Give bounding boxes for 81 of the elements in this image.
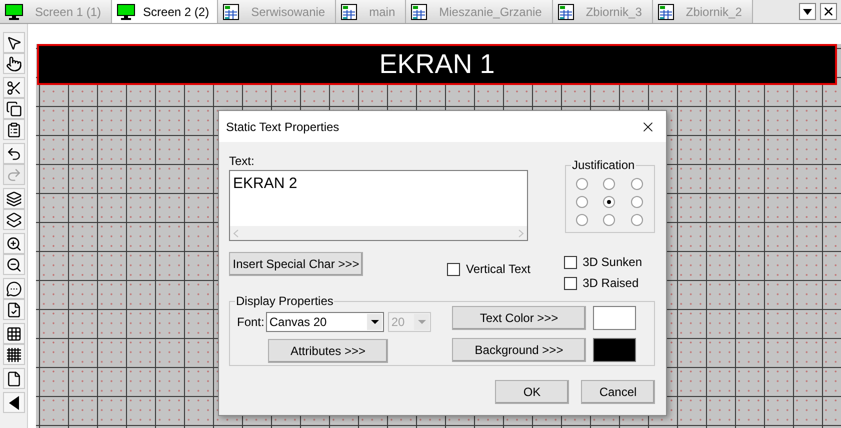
radio-button[interactable] [603,178,616,190]
font-dropdown[interactable]: Canvas 20 [266,312,384,332]
page-icon [6,370,22,386]
checkbox[interactable] [564,276,577,290]
clipboard-icon [6,122,22,138]
toolbar-button[interactable] [2,278,24,299]
checked-document-icon [6,302,22,318]
monitor-icon [117,4,136,20]
toolbar-button[interactable] [2,392,24,413]
checkbox[interactable] [447,262,460,276]
screen-header: EKRAN 1 [37,44,837,85]
background-button[interactable]: Background >>> [452,338,586,362]
group-label: Display Properties [235,293,334,310]
layers-icon [6,190,22,206]
down-triangle-icon [370,320,379,324]
radio-button[interactable] [576,196,588,208]
toolbar-button[interactable] [2,143,24,164]
left-triangle-icon [8,396,18,410]
toolbar-button[interactable] [2,209,24,230]
toolbar-button[interactable] [2,188,24,209]
layers-icon [6,212,22,228]
toolbar-button[interactable] [2,233,24,254]
dropdown-button[interactable] [799,3,816,20]
monitor-icon [5,4,23,20]
down-triangle-icon [418,320,426,324]
radio-button[interactable] [630,214,643,226]
redo-icon [6,166,22,182]
group-label: Justification [571,157,636,174]
radio-button[interactable] [630,178,643,190]
dialog-title: Static Text Properties [226,118,340,136]
ok-button[interactable]: OK [495,380,569,404]
radio-button[interactable] [603,214,616,226]
undo-icon [6,146,22,162]
grid-document-icon [411,4,428,20]
toolbar-button[interactable] [2,323,24,344]
checkbox-label: 3D Sunken [582,254,642,271]
insert-char-button[interactable]: Insert Special Char >>> [229,252,363,276]
cursor-icon [6,34,22,50]
toolbar-button[interactable] [2,254,24,275]
grid-document-icon [341,4,358,20]
scissors-icon [6,80,22,96]
tab[interactable]: Screen 2 (2) [112,0,218,23]
color-swatch[interactable] [593,306,636,330]
radio-button[interactable] [576,214,588,226]
horizontal-scrollbar[interactable] [229,226,528,241]
dense-grid-icon [6,346,22,362]
checkbox-label: 3D Raised [582,275,639,292]
close-icon [822,5,835,18]
radio-button[interactable] [576,178,588,190]
toolbar-button[interactable] [2,77,24,98]
zoom-out-icon [6,256,22,272]
grid-icon [6,326,22,342]
down-triangle-icon [803,8,812,14]
toolbar-button[interactable] [2,299,24,320]
radio-button[interactable] [630,196,643,208]
radio-button[interactable] [603,196,616,208]
checkbox[interactable] [564,256,577,268]
toolbar-button[interactable] [2,119,24,140]
close-button[interactable] [820,3,837,20]
attributes-button[interactable]: Attributes >>> [268,339,388,363]
text-field[interactable]: EKRAN 2 [229,170,528,226]
field-label: Font: [237,314,264,331]
toolbar-button[interactable] [2,53,24,74]
grid-document-icon [658,4,674,20]
speech-bubble-icon [6,280,22,296]
toolbar-button[interactable] [2,344,24,365]
field-label: Text: [229,154,256,168]
toolbar-button[interactable] [2,32,24,53]
hand-icon [6,56,22,72]
toolbar-button[interactable] [2,368,24,389]
grid-document-icon [223,4,240,20]
left-chevron-icon [233,228,239,238]
text-color-button[interactable]: Text Color >>> [452,306,586,330]
copy-icon [6,100,22,116]
checkbox-label: Vertical Text [466,261,530,278]
grid-document-icon [558,4,574,20]
right-chevron-icon [518,228,524,238]
toolbar-button[interactable] [2,98,24,119]
zoom-in-icon [6,236,22,252]
color-swatch[interactable] [593,338,636,362]
cancel-button[interactable]: Cancel [581,380,655,404]
